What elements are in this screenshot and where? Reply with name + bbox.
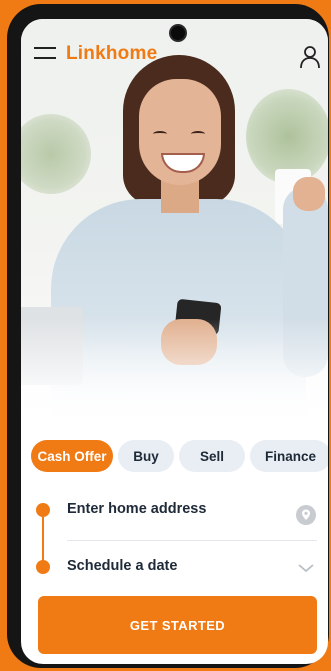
- address-field[interactable]: Enter home address: [67, 501, 206, 517]
- step-dot-date: [36, 560, 50, 574]
- tab-buy[interactable]: Buy: [118, 440, 174, 472]
- location-pin-icon[interactable]: [296, 505, 316, 525]
- hero-image: [21, 19, 328, 424]
- schedule-date-field[interactable]: Schedule a date: [67, 558, 177, 574]
- step-dot-address: [36, 503, 50, 517]
- tab-sell[interactable]: Sell: [179, 440, 245, 472]
- woman-fist: [293, 177, 325, 211]
- service-tabs: Cash Offer Buy Sell Finance: [31, 440, 328, 472]
- app-screen: Linkhome Cash Offer Buy Sell Finance Ent…: [21, 19, 328, 664]
- get-started-button[interactable]: GET STARTED: [38, 596, 317, 654]
- user-icon[interactable]: [299, 45, 321, 69]
- hamburger-menu-icon[interactable]: [34, 47, 56, 61]
- app-logo[interactable]: Linkhome: [66, 43, 157, 65]
- tab-cash-offer[interactable]: Cash Offer: [31, 440, 113, 472]
- field-divider: [67, 540, 317, 541]
- hero-fade: [21, 319, 328, 424]
- chevron-down-icon[interactable]: [297, 562, 315, 574]
- plant-left: [21, 114, 91, 194]
- woman-eye-left: [153, 131, 167, 137]
- front-camera: [171, 26, 185, 40]
- woman-eye-right: [191, 131, 205, 137]
- phone-frame: Linkhome Cash Offer Buy Sell Finance Ent…: [7, 4, 329, 668]
- tab-finance[interactable]: Finance: [250, 440, 328, 472]
